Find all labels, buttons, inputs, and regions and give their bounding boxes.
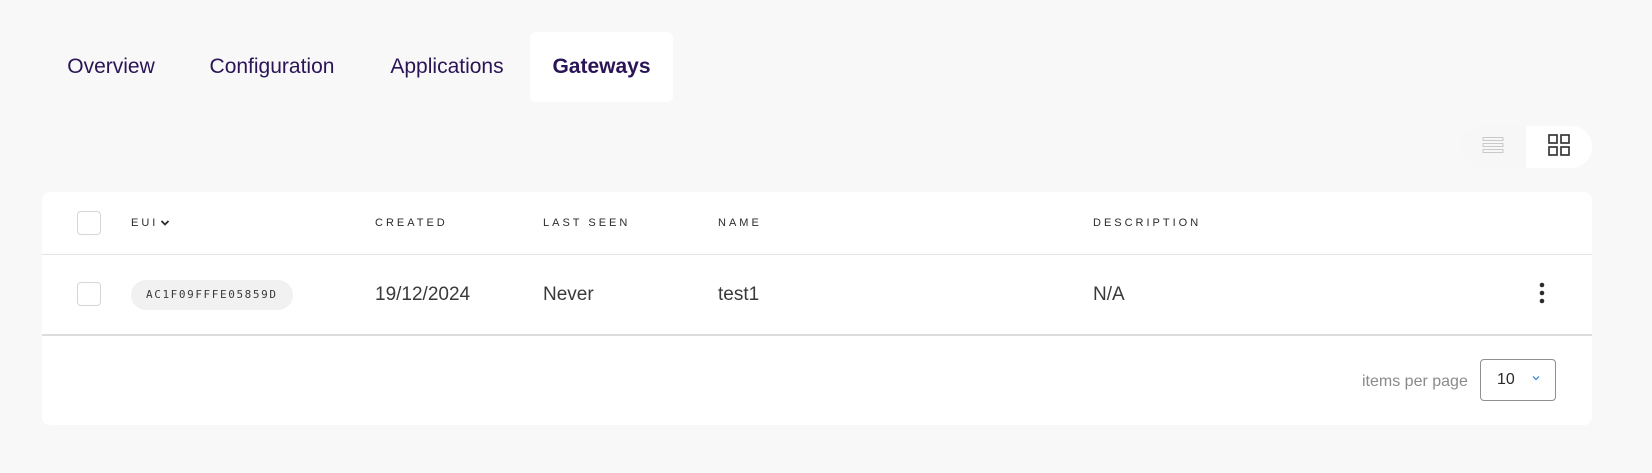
column-header-eui[interactable]: EUI (131, 192, 170, 254)
last-seen-cell: Never (543, 283, 594, 305)
tab-applications[interactable]: Applications (364, 32, 530, 102)
view-toggle (1460, 126, 1592, 168)
items-per-page-value: 10 (1497, 371, 1515, 388)
kebab-menu-icon (1539, 282, 1545, 309)
gateways-table-card: EUI CREATED LAST SEEN NAME DESCRIPTION A… (42, 192, 1592, 425)
name-cell: test1 (718, 283, 760, 305)
select-all-checkbox[interactable] (77, 211, 101, 235)
table-row[interactable]: AC1F09FFFE05859D 19/12/2024 Never test1 … (42, 255, 1592, 336)
list-view-button[interactable] (1460, 126, 1526, 168)
chevron-down-icon (160, 219, 170, 227)
column-header-created[interactable]: CREATED (375, 192, 448, 254)
column-header-name[interactable]: NAME (718, 192, 762, 254)
items-per-page-select[interactable]: 10 (1480, 359, 1556, 401)
row-checkbox[interactable] (77, 282, 101, 306)
items-per-page-label: items per page (1362, 373, 1468, 390)
created-cell: 19/12/2024 (375, 283, 471, 305)
grid-view-button[interactable] (1526, 126, 1592, 168)
tab-overview[interactable]: Overview (42, 32, 180, 102)
description-cell: N/A (1093, 283, 1125, 305)
list-view-icon (1482, 136, 1504, 159)
eui-chip: AC1F09FFFE05859D (131, 279, 293, 310)
tab-configuration[interactable]: Configuration (180, 32, 364, 102)
row-actions-button[interactable] (1532, 275, 1552, 315)
tab-gateways[interactable]: Gateways (530, 32, 673, 102)
table-header: EUI CREATED LAST SEEN NAME DESCRIPTION (42, 192, 1592, 255)
tab-bar: Overview Configuration Applications Gate… (42, 32, 673, 102)
chevron-down-icon (1531, 374, 1541, 382)
eui-cell: AC1F09FFFE05859D (131, 255, 293, 334)
column-header-description[interactable]: DESCRIPTION (1093, 192, 1201, 254)
grid-view-icon (1548, 133, 1570, 161)
column-header-eui-label: EUI (131, 217, 159, 229)
column-header-last-seen[interactable]: LAST SEEN (543, 192, 630, 254)
